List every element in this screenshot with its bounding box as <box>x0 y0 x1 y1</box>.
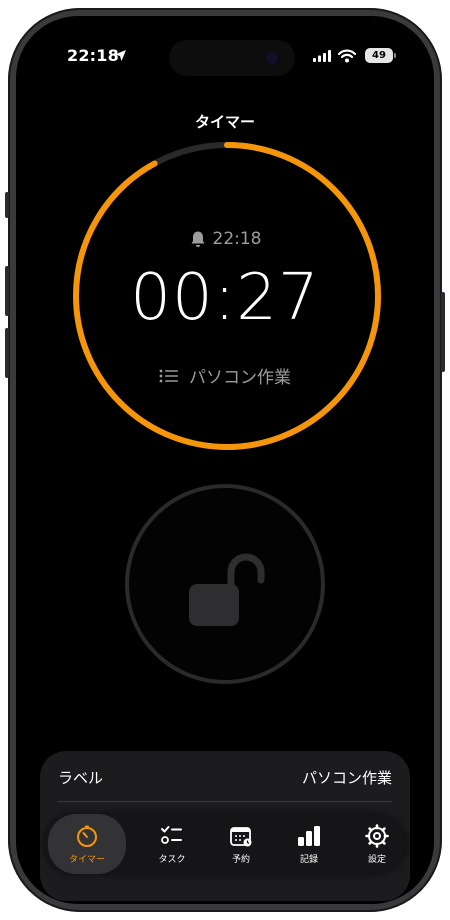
sheet-divider <box>58 801 392 802</box>
volume-up-button <box>5 266 9 316</box>
alarm-time-row: 22:18 <box>16 229 434 249</box>
tab-timer[interactable]: タイマー <box>48 814 126 874</box>
battery-tip <box>394 53 396 58</box>
tab-label: 記録 <box>299 854 318 865</box>
status-time: 22:18 <box>67 46 119 65</box>
alarm-time: 22:18 <box>212 229 262 249</box>
gear-icon <box>365 823 389 848</box>
label-value: パソコン作業 <box>301 769 392 787</box>
tab-label: タイマー <box>68 854 105 865</box>
task-name-row: パソコン作業 <box>16 363 434 388</box>
checklist-icon <box>161 825 182 844</box>
tab-reservation[interactable]: 予約 <box>210 814 272 874</box>
tab-label: 設定 <box>367 854 386 865</box>
unlock-button[interactable] <box>125 484 325 684</box>
cellular-signal-icon <box>313 50 331 62</box>
tab-records[interactable]: 記録 <box>278 814 340 874</box>
label-row[interactable]: ラベル パソコン作業 <box>40 767 410 791</box>
label-key: ラベル <box>58 769 104 787</box>
page-title: タイマー <box>194 113 255 131</box>
tab-settings[interactable]: 設定 <box>346 814 408 874</box>
calendar-icon <box>230 826 252 846</box>
tab-label: タスク <box>158 854 186 865</box>
bell-icon <box>191 231 204 247</box>
bar-chart-icon <box>298 825 320 846</box>
wifi-icon <box>338 49 356 63</box>
power-button <box>441 292 445 372</box>
unlocked-padlock-icon <box>189 553 265 626</box>
camera-icon <box>266 52 278 64</box>
app-screen: 22:18 49 タイマー 22:18 00:27 パソコン作業 ラベル パソコ… <box>16 16 434 904</box>
location-arrow-icon <box>115 50 126 61</box>
status-bar: 22:18 49 <box>16 40 434 76</box>
dynamic-island <box>169 40 295 76</box>
countdown-display: 00:27 <box>130 261 320 335</box>
tab-label: 予約 <box>231 854 250 865</box>
volume-down-button <box>5 328 9 378</box>
battery-indicator: 49 <box>365 48 393 63</box>
list-icon <box>159 369 178 382</box>
action-button <box>5 192 9 218</box>
timer-icon <box>77 825 97 847</box>
tab-task[interactable]: タスク <box>141 814 203 874</box>
tab-bar: タイマー タスク 予約 記録 設定 <box>44 814 406 874</box>
task-name: パソコン作業 <box>189 368 291 388</box>
